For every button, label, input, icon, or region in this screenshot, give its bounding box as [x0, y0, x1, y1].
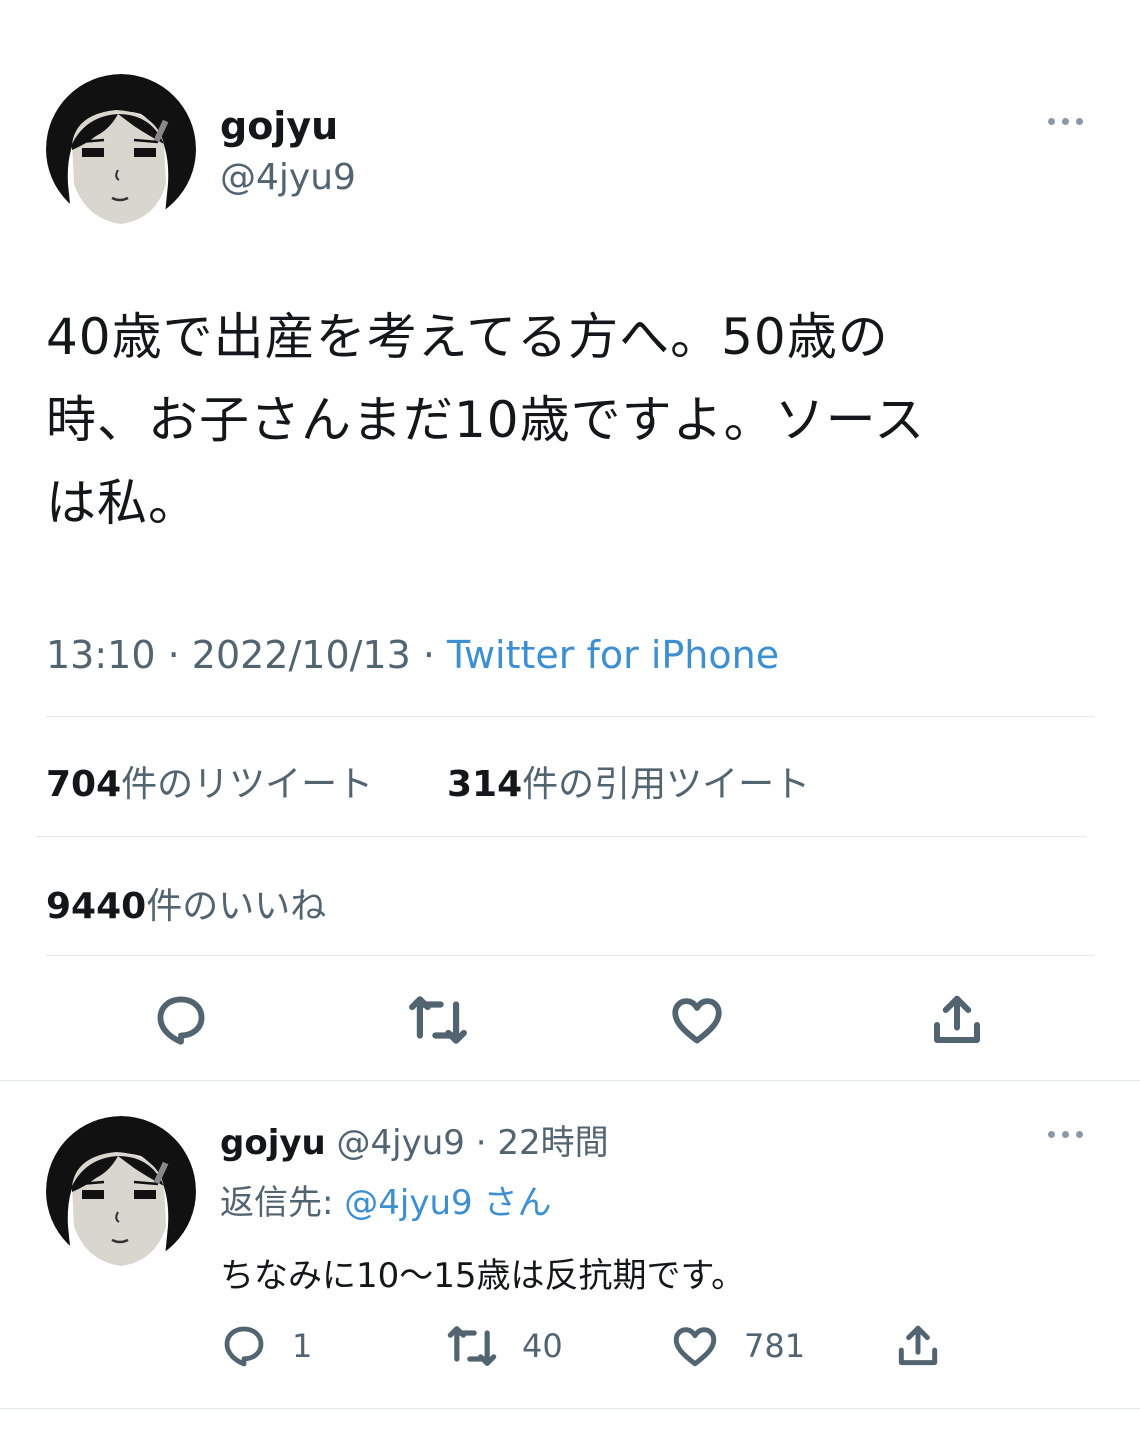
- reply-text: ちなみに10〜15歳は反抗期です。: [220, 1256, 746, 1296]
- like-icon: [672, 998, 722, 1044]
- like-button[interactable]: [662, 985, 732, 1055]
- retweet-icon: [447, 1326, 497, 1366]
- divider: [36, 836, 1086, 837]
- reply-to-mention-handle: @4jyu9: [344, 1183, 473, 1223]
- retweets-label: 件のリツイート: [121, 764, 374, 805]
- like-icon: [673, 1327, 717, 1367]
- share-button[interactable]: [922, 985, 992, 1055]
- reply-handle[interactable]: @4jyu9: [337, 1123, 465, 1163]
- meta-separator: ·: [155, 633, 192, 677]
- quotes-stat[interactable]: 314件の引用ツイート: [447, 755, 810, 807]
- reply-display-name[interactable]: gojyu: [220, 1123, 326, 1163]
- tweet-text-line: 40歳で出産を考えてる方へ。50歳の: [46, 308, 889, 366]
- retweet-icon: [409, 996, 467, 1044]
- reply-author-avatar[interactable]: [46, 1116, 196, 1266]
- like-count: 781: [744, 1327, 806, 1365]
- reply-time-ago[interactable]: 22時間: [497, 1123, 608, 1163]
- reply-icon: [157, 996, 205, 1045]
- user-avatar-icon: [46, 74, 196, 224]
- tweet-text-line: は私。: [46, 474, 199, 532]
- reply-share-button[interactable]: [893, 1320, 943, 1372]
- meta-separator: ·: [464, 1123, 498, 1163]
- reply-button[interactable]: [146, 985, 216, 1055]
- retweet-count: 40: [522, 1327, 563, 1365]
- share-icon: [898, 1325, 938, 1366]
- user-avatar-icon: [46, 1116, 196, 1266]
- reply-reply-button[interactable]: 1: [220, 1320, 312, 1372]
- divider: [46, 955, 1094, 956]
- tweet-time[interactable]: 13:10: [46, 633, 156, 677]
- likes-label: 件のいいね: [146, 886, 327, 927]
- reply-count: 1: [292, 1327, 313, 1365]
- retweets-stat[interactable]: 704件のリツイート: [46, 755, 373, 807]
- author-display-name[interactable]: gojyu: [220, 104, 338, 148]
- reply-retweet-button[interactable]: 40: [446, 1320, 563, 1372]
- reply-like-button[interactable]: 781: [670, 1320, 805, 1372]
- reply-icon: [224, 1326, 264, 1367]
- quotes-count: 314: [447, 764, 523, 805]
- author-handle[interactable]: @4jyu9: [220, 157, 356, 198]
- reply-to-line: 返信先: @4jyu9 さん: [220, 1175, 551, 1224]
- tweet-date[interactable]: 2022/10/13: [192, 633, 411, 677]
- share-icon: [934, 995, 980, 1043]
- more-options-icon[interactable]: [1048, 118, 1083, 125]
- divider: [0, 1408, 1140, 1409]
- reply-more-options-icon[interactable]: [1048, 1131, 1083, 1138]
- likes-stat[interactable]: 9440件のいいね: [46, 877, 326, 929]
- divider: [46, 716, 1094, 717]
- quotes-label: 件の引用ツイート: [522, 764, 811, 805]
- tweet-source-link[interactable]: Twitter for iPhone: [447, 633, 779, 677]
- divider: [0, 1080, 1140, 1081]
- retweets-count: 704: [46, 764, 122, 805]
- reply-to-label: 返信先:: [220, 1183, 345, 1223]
- meta-separator: ·: [410, 633, 448, 677]
- author-avatar[interactable]: [46, 74, 196, 224]
- retweet-button[interactable]: [403, 985, 473, 1055]
- tweet-meta: 13:10 · 2022/10/13 · Twitter for iPhone: [46, 633, 779, 677]
- reply-to-mention[interactable]: @4jyu9 さん: [344, 1183, 551, 1223]
- reply-header: gojyu @4jyu9 · 22時間: [220, 1115, 609, 1164]
- tweet-text: 40歳で出産を考えてる方へ。50歳の 時、お子さんまだ10歳ですよ。ソース は私…: [46, 296, 1106, 545]
- likes-count: 9440: [46, 886, 147, 927]
- tweet-text-line: 時、お子さんまだ10歳ですよ。ソース: [46, 391, 926, 449]
- reply-to-suffix: さん: [483, 1183, 552, 1223]
